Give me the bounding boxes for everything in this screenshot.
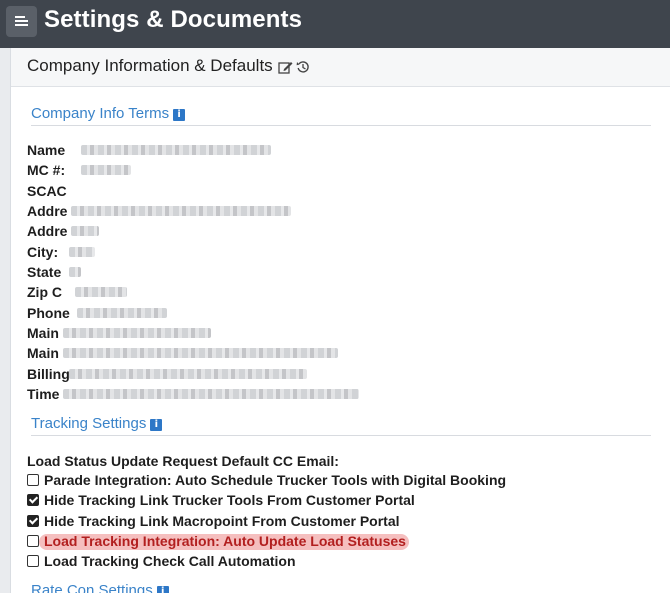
redacted-value (63, 389, 359, 399)
field-billing: Billing (27, 366, 70, 382)
option-load-tracking-integration[interactable]: Load Tracking Integration: Auto Update L… (27, 532, 406, 550)
redacted-value (71, 226, 99, 236)
top-bar: Settings & Documents (0, 0, 670, 48)
option-label: Parade Integration: Auto Schedule Trucke… (44, 472, 507, 488)
checkbox-checked[interactable] (27, 515, 39, 527)
option-check-call-automation[interactable]: Load Tracking Check Call Automation (27, 552, 296, 570)
checkbox[interactable] (27, 535, 39, 547)
hamburger-menu-icon[interactable] (6, 6, 37, 37)
redacted-value (77, 308, 167, 318)
info-icon[interactable]: i (173, 109, 186, 121)
redacted-value (81, 145, 271, 155)
field-city: City: (27, 244, 59, 260)
panel-title: Company Information & Defaults (27, 56, 273, 75)
field-scac: SCAC (27, 183, 67, 199)
company-info-section-title: Company Info Terms i (31, 105, 186, 122)
field-state: State (27, 264, 62, 280)
history-icon[interactable] (296, 60, 310, 79)
company-info-panel: Company Information & Defaults Company I… (10, 48, 670, 593)
redacted-value (69, 369, 307, 379)
redacted-value (75, 287, 127, 297)
redacted-value (71, 206, 291, 216)
info-icon[interactable]: i (156, 586, 169, 593)
field-main-1: Main (27, 325, 59, 341)
redacted-value (69, 247, 95, 257)
redacted-value (81, 165, 131, 175)
rate-con-section-title: Rate Con Settings i (31, 582, 169, 593)
checkbox-checked[interactable] (27, 494, 39, 506)
checkbox[interactable] (27, 555, 39, 567)
cc-email-label: Load Status Update Request Default CC Em… (27, 453, 339, 469)
section-divider (31, 125, 651, 126)
field-main-2: Main (27, 345, 59, 361)
field-mc: MC #: (27, 162, 66, 178)
option-label: Hide Tracking Link Trucker Tools From Cu… (44, 492, 415, 508)
tracking-section-title: Tracking Settings i (31, 415, 163, 432)
field-address-2: Addre (27, 223, 68, 239)
field-phone: Phone (27, 305, 70, 321)
field-name: Name (27, 142, 66, 158)
info-icon[interactable]: i (150, 419, 163, 431)
checkbox[interactable] (27, 474, 39, 486)
option-parade-integration[interactable]: Parade Integration: Auto Schedule Trucke… (27, 471, 506, 489)
option-label: Load Tracking Integration: Auto Update L… (44, 533, 406, 549)
field-address-1: Addre (27, 203, 68, 219)
field-zip: Zip C (27, 284, 62, 300)
redacted-value (69, 267, 81, 277)
field-time: Time (27, 386, 60, 402)
panel-header: Company Information & Defaults (11, 48, 670, 87)
redacted-value (63, 348, 338, 358)
option-label: Hide Tracking Link Macropoint From Custo… (44, 513, 400, 529)
edit-icon[interactable] (278, 60, 293, 79)
section-divider (31, 435, 651, 436)
option-hide-trucker-tools-link[interactable]: Hide Tracking Link Trucker Tools From Cu… (27, 491, 415, 509)
option-hide-macropoint-link[interactable]: Hide Tracking Link Macropoint From Custo… (27, 512, 400, 530)
option-label: Load Tracking Check Call Automation (44, 553, 296, 569)
page-title: Settings & Documents (44, 6, 303, 33)
redacted-value (63, 328, 211, 338)
